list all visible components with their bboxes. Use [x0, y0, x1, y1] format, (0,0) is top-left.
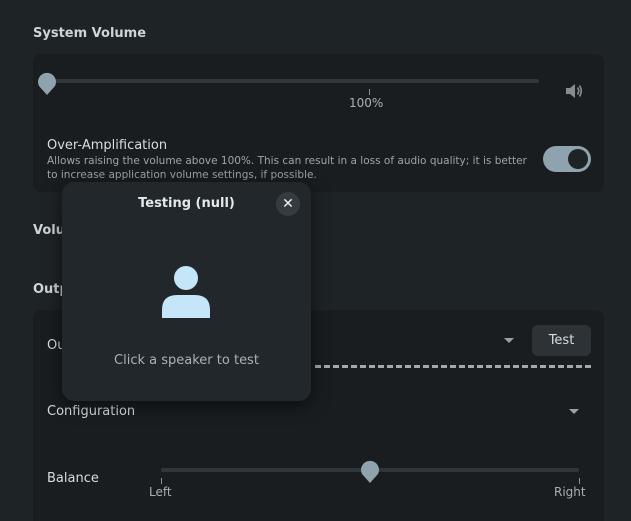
volume-100-label: 100% [349, 96, 384, 110]
sound-settings-page: System Volume 100% Over-Amplification Al… [0, 0, 631, 521]
balance-right-tick [579, 478, 580, 484]
balance-handle[interactable] [360, 460, 380, 484]
volume-levels-title: Volu [33, 223, 65, 238]
test-button[interactable]: Test [532, 325, 591, 356]
user-avatar-icon[interactable] [161, 266, 211, 318]
balance-right-label: Right [554, 485, 586, 499]
balance-left-tick [161, 478, 162, 484]
system-volume-track[interactable] [47, 79, 539, 83]
speaker-volume-icon[interactable] [565, 83, 583, 99]
switch-knob [568, 149, 588, 169]
close-icon[interactable]: ✕ [276, 192, 300, 216]
over-amplification-label: Over-Amplification [47, 138, 168, 153]
volume-100-tick [369, 89, 370, 95]
over-amplification-switch[interactable] [543, 146, 591, 172]
testing-dialog: Testing (null) ✕ Click a speaker to test [62, 182, 311, 401]
system-volume-card: 100% Over-Amplification Allows raising t… [33, 54, 604, 192]
over-amplification-description: Allows raising the volume above 100%. Th… [47, 155, 527, 181]
dialog-title: Testing (null) [138, 196, 235, 211]
dialog-hint: Click a speaker to test [114, 353, 259, 368]
chevron-down-icon[interactable] [569, 409, 579, 414]
system-volume-handle[interactable] [37, 72, 57, 96]
balance-left-label: Left [149, 485, 172, 499]
speaker-layout-divider [315, 365, 591, 368]
configuration-label: Configuration [47, 404, 136, 419]
system-volume-title: System Volume [33, 26, 147, 41]
chevron-down-icon[interactable] [504, 338, 514, 343]
balance-label: Balance [47, 471, 99, 486]
